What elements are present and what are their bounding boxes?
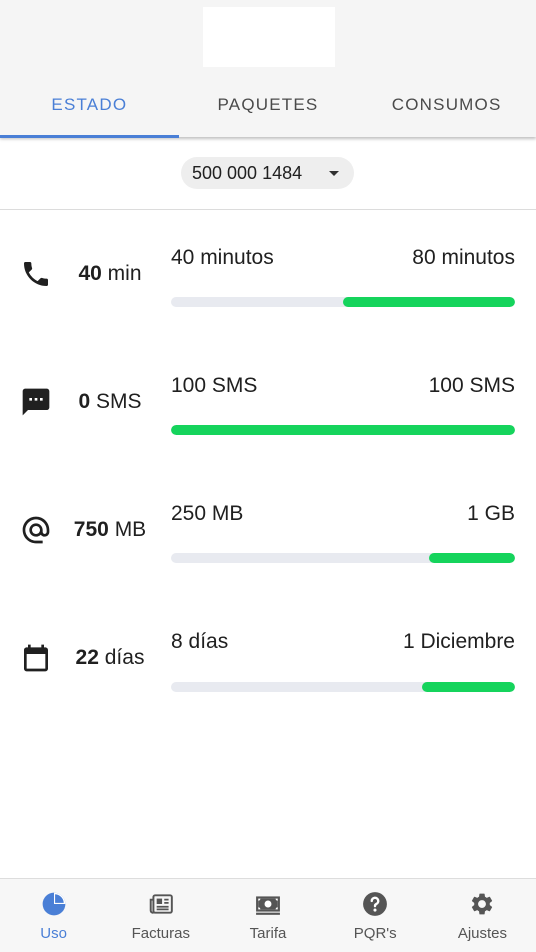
- nav-facturas-label: Facturas: [131, 925, 190, 942]
- days-used-label: 8 días: [171, 630, 229, 653]
- nav-uso[interactable]: Uso: [0, 879, 107, 952]
- days-progress-fill: [422, 682, 515, 692]
- minutes-used-label: 40 minutos: [171, 246, 274, 269]
- data-unit: MB: [114, 518, 147, 541]
- data-progress-bar: [171, 553, 515, 563]
- nav-ajustes-label: Ajustes: [457, 925, 508, 942]
- data-used-label: 250 MB: [171, 502, 244, 525]
- sms-amount: 0: [78, 390, 91, 413]
- tab-paquetes[interactable]: PAQUETES: [179, 78, 358, 136]
- nav-pqrs[interactable]: PQR's: [322, 879, 429, 952]
- gear-icon: [472, 893, 493, 915]
- minutes-amount: 40: [78, 262, 102, 285]
- sms-used-label: 100 SMS: [171, 374, 258, 397]
- at-icon: [22, 516, 50, 544]
- tab-estado[interactable]: ESTADO: [0, 78, 179, 138]
- minutes-progress-bar: [171, 297, 515, 307]
- nav-facturas[interactable]: Facturas: [107, 879, 214, 952]
- minutes-unit: min: [107, 262, 142, 285]
- minutes-progress-fill: [343, 297, 515, 307]
- tab-paquetes-label: PAQUETES: [217, 95, 319, 114]
- bottom-navigation: Uso Facturas Tarifa PQR's Ajustes: [0, 878, 536, 952]
- line-number-value: 500 000 1484: [192, 162, 303, 183]
- pie-chart-icon: [42, 892, 65, 916]
- help-icon: [363, 892, 388, 916]
- newspaper-icon: [149, 894, 173, 914]
- line-number-dropdown[interactable]: 500 000 1484: [181, 157, 354, 189]
- tab-consumos-label: CONSUMOS: [391, 95, 502, 114]
- days-remaining: 22 días: [60, 646, 160, 670]
- sms-remaining: 0 SMS: [60, 390, 160, 414]
- usage-row-sms: 0 SMS 100 SMS 100 SMS: [0, 356, 536, 456]
- nav-tarifa-label: Tarifa: [249, 925, 287, 942]
- nav-tarifa[interactable]: Tarifa: [214, 879, 321, 952]
- app-logo: [203, 7, 335, 67]
- data-remaining: 750 MB: [60, 518, 160, 542]
- sms-progress-bar: [171, 425, 515, 435]
- nav-ajustes[interactable]: Ajustes: [429, 879, 536, 952]
- sms-total-label: 100 SMS: [428, 374, 515, 397]
- caret-down-icon: [329, 171, 339, 176]
- money-icon: [256, 896, 280, 915]
- usage-row-data: 750 MB 250 MB 1 GB: [0, 484, 536, 584]
- sms-unit: SMS: [96, 390, 142, 413]
- data-progress-fill: [429, 553, 515, 563]
- minutes-total-label: 80 minutos: [412, 246, 515, 269]
- minutes-remaining: 40 min: [60, 262, 160, 286]
- line-selector-section: 500 000 1484: [0, 137, 536, 210]
- nav-pqrs-label: PQR's: [353, 925, 397, 942]
- usage-row-days: 22 días 8 días 1 Diciembre: [0, 612, 536, 712]
- days-amount: 22: [75, 646, 99, 669]
- data-amount: 750: [73, 518, 109, 541]
- calendar-icon: [24, 644, 48, 672]
- app-header: ESTADO PAQUETES CONSUMOS: [0, 0, 536, 138]
- tab-bar: ESTADO PAQUETES CONSUMOS: [0, 78, 536, 138]
- tab-estado-label: ESTADO: [51, 95, 128, 114]
- sms-progress-fill: [171, 425, 515, 435]
- phone-icon: [24, 262, 48, 286]
- data-total-label: 1 GB: [467, 502, 515, 525]
- renewal-date-label: 1 Diciembre: [402, 630, 515, 653]
- sms-icon: [22, 388, 50, 416]
- nav-uso-label: Uso: [40, 925, 67, 942]
- days-unit: días: [104, 646, 145, 669]
- tab-consumos[interactable]: CONSUMOS: [357, 78, 536, 136]
- usage-row-minutes: 40 min 40 minutos 80 minutos: [0, 228, 536, 328]
- days-progress-bar: [171, 682, 515, 692]
